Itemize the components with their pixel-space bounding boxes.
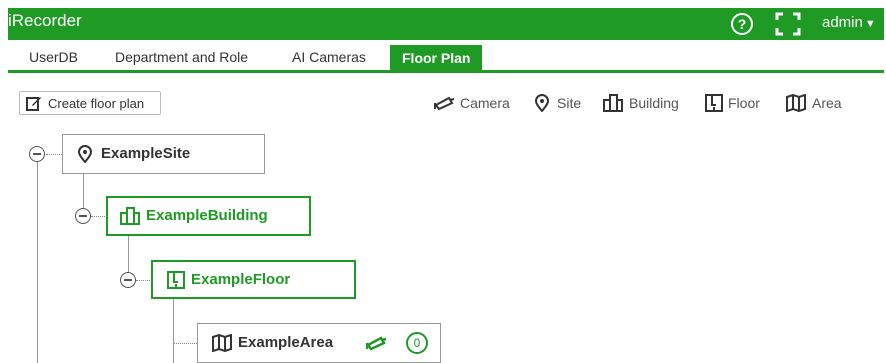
floor-icon <box>705 94 723 112</box>
user-name: admin <box>822 14 863 31</box>
map-icon <box>212 334 232 352</box>
tree-connector <box>91 216 107 217</box>
camera-icon <box>434 96 455 111</box>
location-pin-icon <box>77 145 93 163</box>
app-header: iRecorder ? admin ▼ <box>8 8 884 40</box>
legend-building-label: Building <box>629 95 679 111</box>
tab-bar: UserDB Department and Role AI Cameras Fl… <box>8 40 884 73</box>
area-name: ExampleArea <box>238 334 334 351</box>
tree-node-site[interactable]: ExampleSite <box>62 134 265 174</box>
app-title: iRecorder <box>8 11 82 30</box>
camera-icon <box>366 336 387 351</box>
tree-node-floor[interactable]: ExampleFloor <box>151 260 356 299</box>
site-name: ExampleSite <box>101 145 191 162</box>
tree-node-building[interactable]: ExampleBuilding <box>106 196 311 236</box>
edit-icon <box>26 97 41 111</box>
help-icon[interactable]: ? <box>730 12 754 36</box>
tree-connector <box>46 154 62 155</box>
tab-ai-cameras[interactable]: AI Cameras <box>292 44 366 70</box>
floor-name: ExampleFloor <box>191 271 291 288</box>
tree-connector <box>173 299 174 363</box>
camera-count-badge: 0 <box>406 332 428 354</box>
location-pin-icon <box>534 94 550 112</box>
tab-department-and-role[interactable]: Department and Role <box>115 44 248 70</box>
legend-floor-label: Floor <box>728 95 760 111</box>
map-icon <box>786 94 806 112</box>
building-name: ExampleBuilding <box>146 207 268 224</box>
collapse-floor-toggle[interactable] <box>120 272 136 288</box>
tree-connector <box>37 162 38 363</box>
create-floor-plan-button[interactable]: Create floor plan <box>19 91 161 115</box>
floor-icon <box>167 271 185 289</box>
legend-camera-label: Camera <box>460 95 510 111</box>
chevron-down-icon: ▼ <box>864 18 876 30</box>
collapse-building-toggle[interactable] <box>75 208 91 224</box>
collapse-site-toggle[interactable] <box>29 146 45 162</box>
tree-connector <box>173 343 197 344</box>
building-icon <box>120 207 140 225</box>
tree-node-area[interactable]: ExampleArea 0 <box>197 323 441 363</box>
tree-connector <box>136 280 152 281</box>
fullscreen-icon[interactable] <box>775 12 801 36</box>
tab-floor-plan[interactable]: Floor Plan <box>390 45 483 72</box>
create-floor-plan-label: Create floor plan <box>48 96 145 111</box>
legend-area-label: Area <box>812 95 842 111</box>
building-icon <box>603 94 623 112</box>
svg-text:?: ? <box>738 16 747 32</box>
legend-site-label: Site <box>557 95 582 111</box>
tab-userdb[interactable]: UserDB <box>29 44 78 70</box>
user-menu[interactable]: admin ▼ <box>822 14 876 31</box>
